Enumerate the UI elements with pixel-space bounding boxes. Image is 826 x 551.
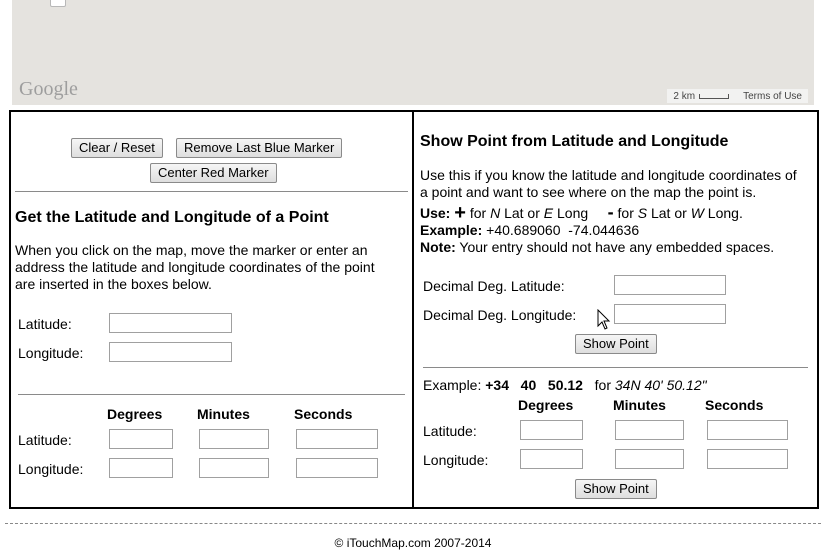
- left-description-line-2: address the latitude and longitude coord…: [15, 259, 375, 275]
- dms-example-seconds: 50.12: [547, 377, 583, 393]
- latitude-degrees-field[interactable]: [109, 429, 173, 449]
- note-label: Note:: [420, 239, 456, 255]
- dms-longitude-label: Longitude:: [18, 461, 84, 477]
- n-text: N: [490, 205, 501, 221]
- s-text: S: [637, 205, 648, 221]
- dms-example: Example: +34 40 50.12 for 34N 40' 50.12": [423, 377, 707, 394]
- latitude-seconds-field[interactable]: [296, 429, 378, 449]
- google-logo: Google: [19, 78, 78, 100]
- map-scale: 2 km: [673, 90, 730, 102]
- footer-divider: [5, 523, 821, 524]
- right-description-line-2: a point and want to see where on the map…: [420, 184, 757, 200]
- map-footer: 2 km Terms of Use: [667, 89, 808, 103]
- latitude-minutes-input[interactable]: [615, 420, 684, 440]
- minutes-header: Minutes: [613, 397, 666, 413]
- dms-latitude-label: Latitude:: [423, 423, 477, 439]
- degrees-header: Degrees: [107, 406, 163, 422]
- note-text: Your entry should not have any embedded …: [459, 239, 775, 255]
- show-point-button[interactable]: Show Point: [575, 334, 657, 354]
- map-control-button[interactable]: [50, 0, 66, 7]
- longitude-degrees-field[interactable]: [109, 458, 173, 478]
- note: Note: Your entry should not have any emb…: [420, 239, 774, 256]
- show-point-heading: Show Point from Latitude and Longitude: [420, 133, 729, 150]
- decimal-example: Example: +40.689060 -74.044636: [420, 222, 639, 239]
- scale-line-icon: [699, 93, 730, 99]
- divider: [18, 394, 405, 395]
- latitude-seconds-input[interactable]: [707, 420, 788, 440]
- right-description-line-1: Use this if you know the latitude and lo…: [420, 167, 797, 183]
- decimal-latitude-label: Decimal Deg. Latitude:: [423, 278, 565, 294]
- example-value: +40.689060 -74.044636: [486, 222, 640, 238]
- divider: [423, 367, 808, 368]
- dms-example-minutes: 40: [520, 377, 537, 393]
- get-lat-long-heading: Get the Latitude and Longitude of a Poin…: [15, 209, 329, 226]
- for-text: for: [617, 205, 634, 221]
- longitude-minutes-field[interactable]: [199, 458, 269, 478]
- decimal-longitude-label: Decimal Deg. Longitude:: [423, 307, 577, 323]
- dms-latitude-label: Latitude:: [18, 432, 72, 448]
- map-view[interactable]: Google 2 km Terms of Use: [12, 0, 814, 105]
- show-point-panel: Show Point from Latitude and Longitude U…: [412, 110, 819, 509]
- lat-or-text: Lat or: [504, 205, 540, 221]
- map-scale-label: 2 km: [673, 90, 696, 102]
- for-text: for: [469, 205, 487, 221]
- plus-sign: +: [454, 202, 466, 224]
- latitude-minutes-field[interactable]: [199, 429, 269, 449]
- latitude-output-field[interactable]: [109, 313, 232, 333]
- seconds-header: Seconds: [705, 397, 764, 413]
- e-text: E: [543, 205, 554, 221]
- decimal-longitude-input[interactable]: [614, 304, 726, 324]
- divider: [15, 191, 408, 192]
- clear-reset-button[interactable]: Clear / Reset: [71, 138, 163, 158]
- copyright-text: © iTouchMap.com 2007-2014: [334, 536, 492, 550]
- dms-example-degrees: +34: [485, 377, 509, 393]
- center-red-marker-button[interactable]: Center Red Marker: [150, 163, 277, 183]
- use-instructions: Use: + for N Lat or E Long - for S Lat o…: [420, 202, 743, 224]
- get-lat-long-panel: Clear / Reset Remove Last Blue Marker Ce…: [9, 110, 414, 509]
- minutes-header: Minutes: [197, 406, 250, 422]
- left-description-line-3: are inserted in the boxes below.: [15, 276, 212, 292]
- longitude-output-field[interactable]: [109, 342, 232, 362]
- lat-or-text: Lat or: [650, 205, 687, 221]
- long-text: Long: [557, 205, 589, 221]
- latitude-label: Latitude:: [18, 316, 72, 332]
- dms-example-prefix: Example:: [423, 377, 482, 393]
- minus-sign: -: [607, 202, 614, 222]
- longitude-seconds-input[interactable]: [707, 449, 788, 469]
- terms-of-use-link[interactable]: Terms of Use: [743, 91, 802, 102]
- longitude-minutes-input[interactable]: [615, 449, 684, 469]
- longitude-label: Longitude:: [18, 345, 84, 361]
- seconds-header: Seconds: [294, 406, 353, 422]
- long-text: Long.: [707, 205, 743, 221]
- left-description-line-1: When you click on the map, move the mark…: [15, 242, 368, 258]
- longitude-degrees-input[interactable]: [520, 449, 583, 469]
- example-label: Example:: [420, 222, 483, 238]
- dms-example-for: for: [594, 377, 611, 393]
- use-label: Use:: [420, 205, 451, 221]
- mouse-cursor-icon: [597, 309, 611, 330]
- dms-longitude-label: Longitude:: [423, 452, 489, 468]
- dms-example-formatted: 34N 40' 50.12": [614, 377, 707, 393]
- w-text: W: [690, 205, 704, 221]
- show-point-dms-button[interactable]: Show Point: [575, 479, 657, 499]
- degrees-header: Degrees: [518, 397, 574, 413]
- remove-last-blue-marker-button[interactable]: Remove Last Blue Marker: [176, 138, 343, 158]
- decimal-latitude-input[interactable]: [614, 275, 726, 295]
- latitude-degrees-input[interactable]: [520, 420, 583, 440]
- longitude-seconds-field[interactable]: [296, 458, 378, 478]
